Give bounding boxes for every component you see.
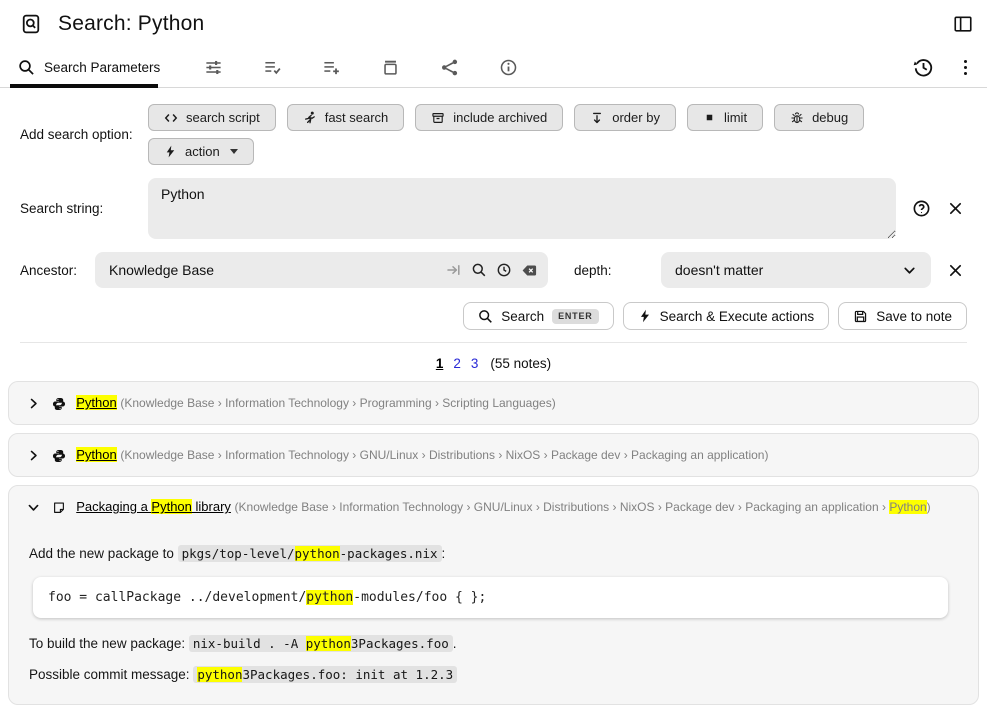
page-1-current: 1: [436, 356, 444, 371]
fast-search-button[interactable]: fast search: [287, 104, 405, 131]
expand-chevron-right-icon[interactable]: [27, 397, 40, 410]
arrow-down-to-line-icon: [590, 111, 604, 125]
depth-select[interactable]: doesn't matter: [661, 252, 931, 288]
result-note-path: (Knowledge Base › Information Technology…: [235, 500, 931, 514]
search-string-label: Search string:: [20, 201, 148, 216]
note-paragraph: To build the new package: nix-build . -A…: [29, 636, 954, 651]
sliders-icon: [204, 58, 223, 77]
archive-box-icon: [431, 111, 445, 125]
tab-inherited-attributes[interactable]: [322, 58, 341, 77]
search-execute-actions-button[interactable]: Search & Execute actions: [623, 302, 830, 330]
bug-icon: [790, 111, 804, 125]
depth-label: depth:: [574, 263, 649, 278]
search-result-card: Python (Knowledge Base › Information Tec…: [8, 381, 979, 425]
code-block: foo = callPackage ../development/python-…: [33, 577, 948, 618]
chevron-down-icon: [902, 263, 917, 278]
share-network-icon: [440, 58, 459, 77]
square-icon: [703, 111, 716, 124]
search-definition-form: Add search option: search script fast se…: [0, 88, 987, 343]
title-bar: Search: Python: [0, 0, 987, 48]
caret-down-icon: [230, 149, 238, 154]
result-note-path: (Knowledge Base › Information Technology…: [120, 396, 555, 410]
tab-label: Search Parameters: [44, 60, 160, 75]
page-title: Search: Python: [58, 12, 953, 36]
inline-code: nix-build . -A python3Packages.foo: [189, 635, 453, 652]
note-count: (55 notes): [490, 356, 551, 371]
note-content-preview: Add the new package to pkgs/top-level/py…: [9, 528, 978, 704]
remove-search-string-icon[interactable]: [948, 201, 963, 216]
search-note-icon: [20, 13, 42, 35]
search-string-help-icon[interactable]: [912, 199, 931, 218]
page-2-link[interactable]: 2: [453, 356, 461, 371]
result-title-link[interactable]: Python: [76, 395, 116, 410]
result-title-link[interactable]: Packaging a Python library: [76, 499, 231, 514]
lightning-icon: [638, 309, 652, 323]
archive-icon: [381, 58, 400, 77]
include-archived-button[interactable]: include archived: [415, 104, 563, 131]
tab-owned-attributes[interactable]: [263, 58, 282, 77]
active-tab-underline: [10, 84, 158, 88]
search-result-card-expanded: Packaging a Python library (Knowledge Ba…: [8, 485, 979, 705]
jump-to-note-icon[interactable]: [446, 262, 462, 278]
more-options-menu-icon[interactable]: [960, 58, 971, 77]
info-circle-icon: [499, 58, 518, 77]
tab-note-paths[interactable]: [381, 58, 400, 77]
search-icon: [478, 309, 493, 324]
page-3-link[interactable]: 3: [471, 356, 479, 371]
collapse-chevron-down-icon[interactable]: [27, 501, 40, 514]
ancestor-autocomplete: [95, 252, 548, 288]
debug-button[interactable]: debug: [774, 104, 864, 131]
code-icon: [164, 111, 178, 125]
note-icon: [52, 501, 66, 515]
note-paragraph: Possible commit message: python3Packages…: [29, 667, 954, 682]
save-to-note-button[interactable]: Save to note: [838, 302, 967, 330]
ancestor-label: Ancestor:: [20, 263, 95, 278]
search-icon: [18, 59, 35, 76]
action-dropdown-button[interactable]: action: [148, 138, 254, 165]
list-check-icon: [263, 58, 282, 77]
expand-chevron-right-icon[interactable]: [27, 449, 40, 462]
note-revisions-history-icon[interactable]: [913, 57, 934, 78]
search-script-button[interactable]: search script: [148, 104, 276, 131]
limit-button[interactable]: limit: [687, 104, 763, 131]
tab-search-parameters[interactable]: Search Parameters: [18, 59, 160, 76]
right-panel-toggle-icon[interactable]: [953, 14, 973, 34]
python-logo-icon: [52, 449, 66, 463]
result-note-path: (Knowledge Base › Information Technology…: [120, 448, 768, 462]
tab-note-info[interactable]: [499, 58, 518, 77]
result-title-link[interactable]: Python: [76, 447, 116, 462]
search-string-input[interactable]: Python: [148, 178, 896, 239]
runner-icon: [303, 111, 317, 125]
remove-ancestor-icon[interactable]: [948, 263, 963, 278]
recent-notes-clock-icon[interactable]: [496, 262, 512, 278]
ribbon-bar: Search Parameters: [0, 48, 987, 88]
inline-code: python3Packages.foo: init at 1.2.3: [193, 666, 457, 683]
python-logo-icon: [52, 397, 66, 411]
pagination: 123 (55 notes): [0, 343, 987, 381]
search-results-list: Python (Knowledge Base › Information Tec…: [0, 381, 987, 705]
enter-key-badge: ENTER: [552, 309, 599, 324]
list-plus-icon: [322, 58, 341, 77]
add-search-option-label: Add search option:: [20, 127, 148, 142]
show-tree-search-icon[interactable]: [471, 262, 487, 278]
depth-selected-value: doesn't matter: [675, 262, 902, 278]
inline-code: pkgs/top-level/python-packages.nix: [178, 545, 442, 562]
tab-note-map[interactable]: [440, 58, 459, 77]
lightning-icon: [164, 145, 177, 158]
search-result-card: Python (Knowledge Base › Information Tec…: [8, 433, 979, 477]
tab-basic-properties[interactable]: [204, 58, 223, 77]
order-by-button[interactable]: order by: [574, 104, 676, 131]
note-paragraph: Add the new package to pkgs/top-level/py…: [29, 546, 954, 561]
save-floppy-icon: [853, 309, 868, 324]
clear-input-backspace-icon[interactable]: [521, 262, 538, 279]
search-button[interactable]: Search ENTER: [463, 302, 613, 330]
